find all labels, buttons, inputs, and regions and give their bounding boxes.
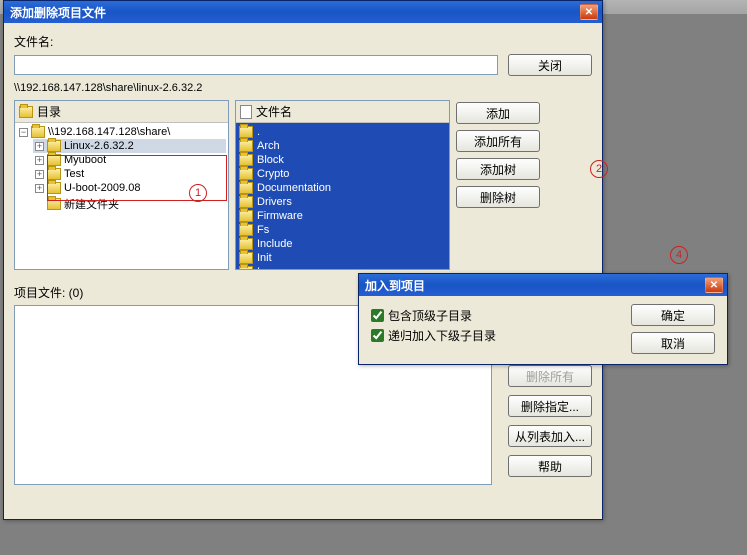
tree-item-myuboot[interactable]: + Myuboot xyxy=(33,153,226,167)
file-item[interactable]: Block xyxy=(238,153,447,167)
folder-icon xyxy=(239,196,253,208)
file-item-label: Firmware xyxy=(257,210,303,222)
expand-icon[interactable]: + xyxy=(35,170,44,179)
file-item[interactable]: Arch xyxy=(238,139,447,153)
folder-icon xyxy=(239,238,253,250)
add-all-button[interactable]: 添加所有 xyxy=(456,130,540,152)
include-top-checkbox[interactable] xyxy=(371,309,384,322)
tree-item-label: U-boot-2009.08 xyxy=(64,182,140,194)
collapse-icon[interactable]: − xyxy=(19,128,28,137)
expand-icon[interactable]: + xyxy=(35,156,44,165)
folder-icon xyxy=(239,126,253,138)
file-item[interactable]: Init xyxy=(238,251,447,265)
recurse-label: 递归加入下级子目录 xyxy=(388,327,496,344)
document-icon xyxy=(240,105,252,119)
folder-icon xyxy=(47,154,61,166)
folder-icon xyxy=(239,224,253,236)
folder-icon xyxy=(239,252,253,264)
folder-icon xyxy=(47,140,61,152)
add-from-list-button[interactable]: 从列表加入... xyxy=(508,425,592,447)
file-item[interactable]: Firmware xyxy=(238,209,447,223)
file-item[interactable]: Fs xyxy=(238,223,447,237)
file-item-label: Init xyxy=(257,252,272,264)
tree-item-uboot[interactable]: + U-boot-2009.08 xyxy=(33,181,226,195)
file-item-label: Crypto xyxy=(257,168,289,180)
folder-icon xyxy=(239,140,253,152)
file-item-label: Drivers xyxy=(257,196,292,208)
file-item[interactable]: Include xyxy=(238,237,447,251)
main-window: 添加删除项目文件 ✕ 文件名: 关闭 \\192.168.147.128\sha… xyxy=(3,0,603,520)
remove-all-button: 删除所有 xyxy=(508,365,592,387)
expand-icon[interactable]: + xyxy=(35,184,44,193)
close-button[interactable]: 关闭 xyxy=(508,54,592,76)
close-icon[interactable]: ✕ xyxy=(705,277,723,293)
file-item-label: Ipc xyxy=(257,266,272,269)
filename-input[interactable] xyxy=(14,55,498,75)
folder-icon xyxy=(31,126,45,138)
folder-icon xyxy=(239,182,253,194)
tree-root-label[interactable]: \\192.168.147.128\share\ xyxy=(48,126,170,138)
file-item[interactable]: Documentation xyxy=(238,181,447,195)
folder-icon xyxy=(239,154,253,166)
folder-icon xyxy=(239,168,253,180)
help-button[interactable]: 帮助 xyxy=(508,455,592,477)
filename-label: 文件名: xyxy=(14,33,592,50)
directory-pane: 目录 − \\192.168.147.128\share\ + Linux-2.… xyxy=(14,100,229,270)
add-button[interactable]: 添加 xyxy=(456,102,540,124)
cancel-button[interactable]: 取消 xyxy=(631,332,715,354)
close-icon[interactable]: ✕ xyxy=(580,4,598,20)
dir-header: 目录 xyxy=(37,103,61,120)
tree-item-label: Test xyxy=(64,168,84,180)
file-pane: 文件名 . Arch Block Crypto Documentation Drivers… xyxy=(235,100,450,270)
tree-item-label: Linux-2.6.32.2 xyxy=(64,140,134,152)
main-titlebar: 添加删除项目文件 ✕ xyxy=(4,1,602,23)
file-item[interactable]: Ipc xyxy=(238,265,447,269)
folder-icon xyxy=(239,266,253,269)
file-item-label: Documentation xyxy=(257,182,331,194)
tree-item-newfolder[interactable]: 新建文件夹 xyxy=(33,195,226,213)
recurse-checkbox[interactable] xyxy=(371,329,384,342)
file-header: 文件名 xyxy=(256,103,292,120)
file-item-label: Fs xyxy=(257,224,269,236)
include-top-label: 包含顶级子目录 xyxy=(388,307,472,324)
main-title: 添加删除项目文件 xyxy=(10,4,106,21)
file-list[interactable]: . Arch Block Crypto Documentation Drivers Firm… xyxy=(236,123,449,269)
blank-icon xyxy=(35,200,44,209)
folder-icon xyxy=(239,210,253,222)
add-tree-button[interactable]: 添加树 xyxy=(456,158,540,180)
folder-icon xyxy=(47,198,61,210)
button-column: 添加 添加所有 添加树 删除树 xyxy=(456,100,540,270)
annotation-4: 4 xyxy=(670,246,688,264)
tree-item-label: Myuboot xyxy=(64,154,106,166)
file-item-label: Arch xyxy=(257,140,280,152)
folder-icon xyxy=(47,168,61,180)
sub-titlebar: 加入到项目 ✕ xyxy=(359,274,727,296)
sub-title: 加入到项目 xyxy=(365,277,425,294)
sub-dialog: 加入到项目 ✕ 包含顶级子目录 递归加入下级子目录 确定 取消 xyxy=(358,273,728,365)
expand-icon[interactable]: + xyxy=(35,142,44,151)
file-item[interactable]: Crypto xyxy=(238,167,447,181)
current-path: \\192.168.147.128\share\linux-2.6.32.2 xyxy=(14,82,592,94)
folder-icon xyxy=(19,106,33,118)
ok-button[interactable]: 确定 xyxy=(631,304,715,326)
remove-specific-button[interactable]: 删除指定... xyxy=(508,395,592,417)
tree-item-test[interactable]: + Test xyxy=(33,167,226,181)
file-item[interactable]: . xyxy=(238,125,447,139)
file-item[interactable]: Drivers xyxy=(238,195,447,209)
directory-tree[interactable]: − \\192.168.147.128\share\ + Linux-2.6.3… xyxy=(15,123,228,269)
file-item-label: Block xyxy=(257,154,284,166)
remove-tree-button[interactable]: 删除树 xyxy=(456,186,540,208)
folder-icon xyxy=(47,182,61,194)
file-item-label: . xyxy=(257,126,260,138)
tree-item-linux[interactable]: + Linux-2.6.32.2 xyxy=(33,139,226,153)
file-item-label: Include xyxy=(257,238,292,250)
tree-item-label: 新建文件夹 xyxy=(64,196,119,212)
